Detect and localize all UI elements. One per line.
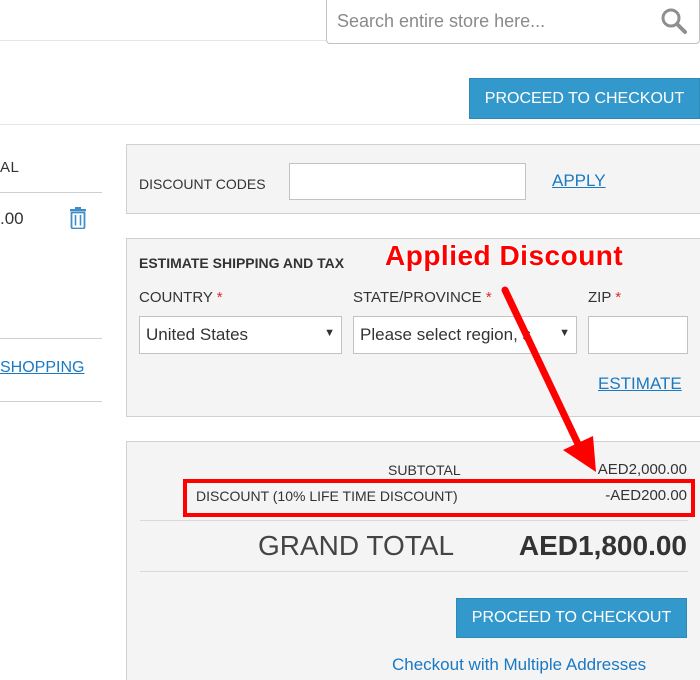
grand-total-divider (140, 571, 688, 572)
apply-discount-link[interactable]: APPLY (552, 171, 606, 191)
country-label-text: COUNTRY (139, 289, 213, 306)
proceed-to-checkout-button-bottom[interactable]: PROCEED TO CHECKOUT (456, 598, 687, 638)
search-box[interactable] (326, 0, 700, 44)
required-marker: * (485, 289, 492, 306)
continue-shopping-link[interactable]: SHOPPING (0, 359, 84, 377)
discount-code-input[interactable] (289, 163, 526, 200)
grand-total-label: GRAND TOTAL (258, 530, 455, 561)
zip-input[interactable] (588, 316, 688, 354)
cart-actions-divider-top (0, 338, 102, 339)
order-totals-panel: SUBTOTAL AED2,000.00 DISCOUNT (10% LIFE … (126, 441, 700, 680)
chevron-down-icon: ▼ (324, 327, 335, 339)
search-icon[interactable] (659, 6, 689, 36)
required-marker: * (615, 289, 622, 306)
state-select-value: Please select region, s (360, 325, 532, 344)
annotation-highlight-box (183, 479, 695, 517)
cart-column-header: AL (0, 159, 20, 176)
country-select-value: United States (146, 325, 249, 344)
estimate-link[interactable]: ESTIMATE (598, 374, 682, 394)
state-select[interactable]: Please select region, s ▼ (353, 316, 577, 354)
checkout-multiple-addresses-link[interactable]: Checkout with Multiple Addresses (392, 655, 646, 675)
chevron-down-icon: ▼ (559, 327, 570, 339)
zip-label: ZIP * (588, 289, 621, 306)
state-label-text: STATE/PROVINCE (353, 289, 482, 306)
country-label: COUNTRY * (139, 289, 223, 306)
required-marker: * (216, 289, 223, 306)
discount-codes-label: DISCOUNT CODES (139, 176, 266, 192)
proceed-to-checkout-button-top[interactable]: PROCEED TO CHECKOUT (469, 78, 700, 119)
state-label: STATE/PROVINCE * (353, 289, 492, 306)
cart-actions-divider-bottom (0, 401, 102, 402)
search-input[interactable] (337, 8, 637, 34)
cart-item-subtotal: .00 (0, 209, 24, 228)
zip-label-text: ZIP (588, 289, 612, 306)
subtotal-label: SUBTOTAL (388, 462, 461, 478)
annotation-label: Applied Discount (385, 240, 624, 271)
content-divider (0, 124, 700, 125)
trash-icon[interactable] (68, 207, 88, 229)
grand-total-value: AED1,800.00 (518, 530, 687, 561)
header-divider (0, 40, 326, 41)
cart-header-divider (0, 192, 102, 193)
totals-divider (140, 520, 688, 521)
subtotal-value: AED2,000.00 (597, 461, 687, 478)
country-select[interactable]: United States ▼ (139, 316, 342, 354)
discount-codes-panel: DISCOUNT CODES APPLY (126, 144, 700, 214)
estimate-shipping-title: ESTIMATE SHIPPING AND TAX (139, 255, 345, 271)
